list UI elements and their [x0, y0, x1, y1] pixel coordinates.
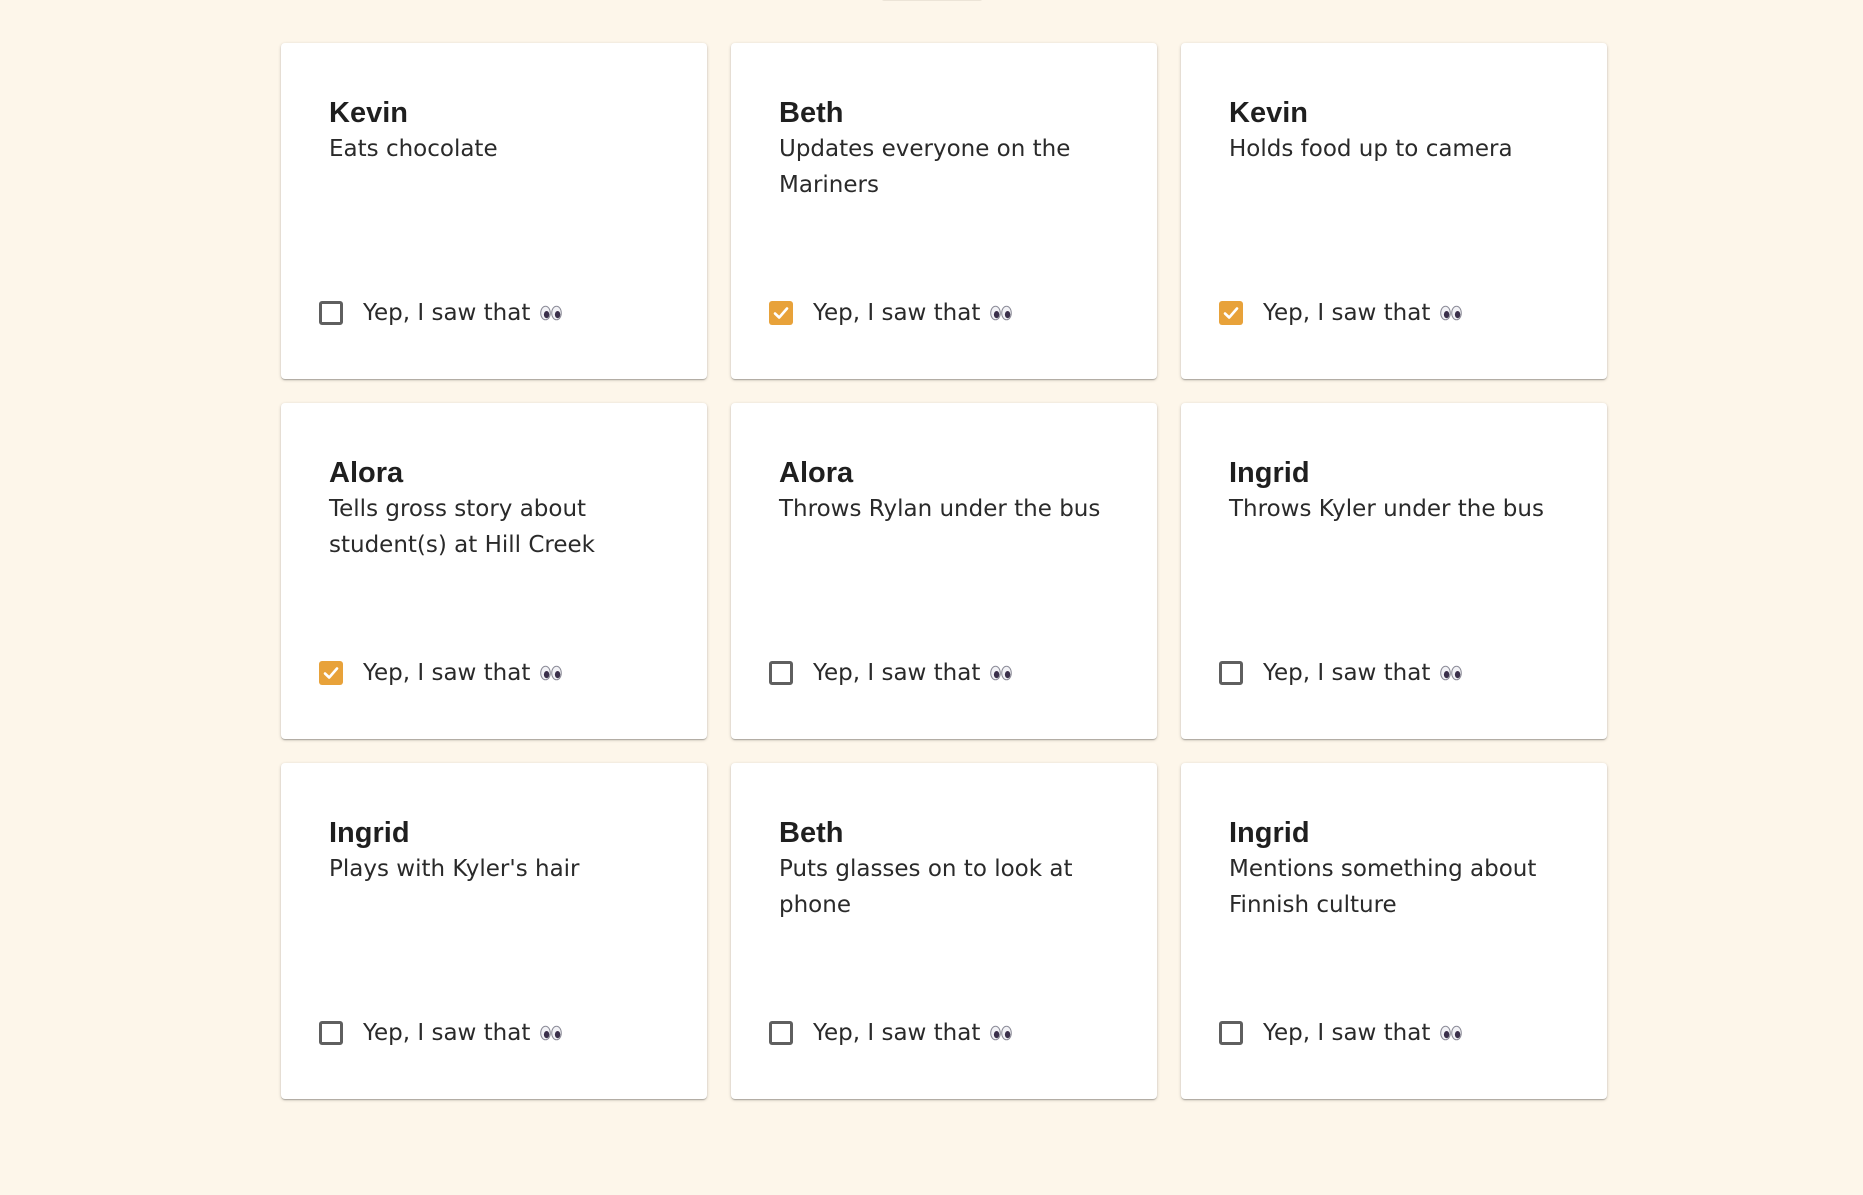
bingo-card: Ingrid Throws Kyler under the bus Yep, I… [1181, 403, 1607, 739]
card-person-name: Ingrid [329, 817, 410, 849]
card-person-name: Beth [779, 817, 844, 849]
bingo-card: Beth Puts glasses on to look at phone Ye… [731, 763, 1157, 1099]
saw-that-checkbox[interactable] [769, 301, 793, 325]
saw-that-checkbox[interactable] [319, 301, 343, 325]
card-person-name: Kevin [329, 97, 408, 129]
saw-that-toggle[interactable]: Yep, I saw that [1219, 655, 1463, 691]
saw-that-label: Yep, I saw that [363, 660, 531, 686]
bingo-card: Ingrid Plays with Kyler's hair Yep, I sa… [281, 763, 707, 1099]
eyes-icon [540, 1021, 563, 1045]
card-description: Plays with Kyler's hair [329, 856, 580, 882]
saw-that-toggle[interactable]: Yep, I saw that [319, 655, 563, 691]
card-description: Throws Kyler under the bus [1229, 496, 1544, 522]
card-person-name: Beth [779, 97, 844, 129]
bingo-card: Beth Updates everyone on the Mariners Ye… [731, 43, 1157, 379]
saw-that-checkbox[interactable] [769, 661, 793, 685]
saw-that-checkbox[interactable] [769, 1021, 793, 1045]
saw-that-toggle[interactable]: Yep, I saw that [1219, 295, 1463, 331]
saw-that-label: Yep, I saw that [813, 300, 981, 326]
saw-that-toggle[interactable]: Yep, I saw that [769, 1015, 1013, 1051]
card-description: Updates everyone on the Mariners [779, 136, 1071, 198]
bingo-card: Kevin Holds food up to camera Yep, I saw… [1181, 43, 1607, 379]
saw-that-label: Yep, I saw that [813, 1020, 981, 1046]
saw-that-toggle[interactable]: Yep, I saw that [769, 295, 1013, 331]
saw-that-checkbox[interactable] [1219, 301, 1243, 325]
card-description: Mentions something about Finnish culture [1229, 856, 1537, 918]
bingo-card: Kevin Eats chocolate Yep, I saw that [281, 43, 707, 379]
card-person-name: Kevin [1229, 97, 1308, 129]
saw-that-label: Yep, I saw that [363, 1020, 531, 1046]
saw-that-label: Yep, I saw that [813, 660, 981, 686]
eyes-icon [990, 661, 1013, 685]
saw-that-toggle[interactable]: Yep, I saw that [319, 1015, 563, 1051]
saw-that-label: Yep, I saw that [363, 300, 531, 326]
checkmark-icon [773, 307, 789, 319]
card-description: Puts glasses on to look at phone [779, 856, 1073, 918]
card-description: Eats chocolate [329, 136, 498, 162]
saw-that-label: Yep, I saw that [1263, 300, 1431, 326]
saw-that-label: Yep, I saw that [1263, 660, 1431, 686]
eyes-icon [540, 301, 563, 325]
eyes-icon [990, 1021, 1013, 1045]
checkmark-icon [323, 667, 339, 679]
bingo-card: Alora Throws Rylan under the bus Yep, I … [731, 403, 1157, 739]
card-person-name: Ingrid [1229, 817, 1310, 849]
top-divider [882, 0, 982, 1]
eyes-icon [1440, 301, 1463, 325]
card-person-name: Alora [329, 457, 404, 489]
saw-that-checkbox[interactable] [1219, 661, 1243, 685]
card-person-name: Alora [779, 457, 854, 489]
bingo-card: Ingrid Mentions something about Finnish … [1181, 763, 1607, 1099]
bingo-card-grid: Kevin Eats chocolate Yep, I saw that Bet… [281, 43, 1608, 1099]
saw-that-checkbox[interactable] [319, 661, 343, 685]
saw-that-checkbox[interactable] [319, 1021, 343, 1045]
card-description: Tells gross story about student(s) at Hi… [329, 496, 595, 558]
card-description: Throws Rylan under the bus [779, 496, 1101, 522]
bingo-card: Alora Tells gross story about student(s)… [281, 403, 707, 739]
card-person-name: Ingrid [1229, 457, 1310, 489]
eyes-icon [1440, 1021, 1463, 1045]
saw-that-checkbox[interactable] [1219, 1021, 1243, 1045]
eyes-icon [1440, 661, 1463, 685]
saw-that-label: Yep, I saw that [1263, 1020, 1431, 1046]
eyes-icon [540, 661, 563, 685]
checkmark-icon [1223, 307, 1239, 319]
saw-that-toggle[interactable]: Yep, I saw that [319, 295, 563, 331]
eyes-icon [990, 301, 1013, 325]
card-description: Holds food up to camera [1229, 136, 1513, 162]
saw-that-toggle[interactable]: Yep, I saw that [1219, 1015, 1463, 1051]
saw-that-toggle[interactable]: Yep, I saw that [769, 655, 1013, 691]
